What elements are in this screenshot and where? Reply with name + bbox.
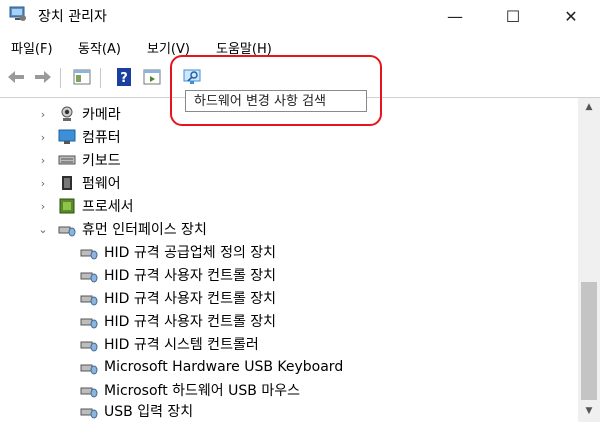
tree-child-label: HID 규격 사용자 컨트롤 장치 bbox=[104, 291, 277, 307]
toolbar-separator bbox=[60, 68, 61, 88]
title-bar: 장치 관리자 — ☐ ✕ bbox=[0, 0, 600, 32]
back-arrow-icon[interactable] bbox=[6, 67, 26, 87]
minimize-button[interactable]: — bbox=[432, 0, 478, 32]
scrollbar-thumb[interactable] bbox=[581, 282, 597, 400]
tree-child-device[interactable]: HID 규격 공급업체 정의 장치 bbox=[80, 241, 276, 263]
tree-child-device[interactable]: HID 규격 사용자 컨트롤 장치 bbox=[80, 310, 276, 332]
hid-device-icon bbox=[80, 295, 98, 306]
tree-child-device[interactable]: HID 규격 시스템 컨트롤러 bbox=[80, 333, 259, 355]
tree-node-label: 프로세서 bbox=[82, 199, 134, 215]
hid-device-icon bbox=[80, 272, 98, 283]
scroll-down-arrow-icon[interactable]: ▼ bbox=[578, 402, 600, 420]
scroll-up-arrow-icon[interactable]: ▲ bbox=[578, 98, 600, 116]
tree-child-device[interactable]: USB 입력 장치 bbox=[80, 400, 193, 422]
tree-node-firmware[interactable]: › 펌웨어 bbox=[36, 172, 121, 194]
tree-node-processor[interactable]: › 프로세서 bbox=[36, 195, 134, 217]
menu-action[interactable]: 동작(A) bbox=[78, 38, 121, 57]
tree-node-label: 펌웨어 bbox=[82, 176, 121, 192]
camera-icon bbox=[61, 106, 73, 121]
close-button[interactable]: ✕ bbox=[548, 0, 594, 32]
hid-device-icon bbox=[80, 364, 98, 375]
menu-file[interactable]: 파일(F) bbox=[11, 38, 53, 57]
chevron-down-icon[interactable]: ⌄ bbox=[36, 223, 50, 236]
hid-device-icon bbox=[80, 387, 98, 398]
tree-child-device[interactable]: Microsoft Hardware USB Keyboard bbox=[80, 356, 343, 378]
forward-arrow-icon[interactable] bbox=[33, 67, 53, 87]
device-manager-icon bbox=[9, 6, 26, 21]
window-title: 장치 관리자 bbox=[38, 9, 107, 25]
tree-child-device[interactable]: HID 규격 사용자 컨트롤 장치 bbox=[80, 264, 276, 286]
processor-icon bbox=[59, 198, 75, 214]
hid-device-icon bbox=[80, 341, 98, 352]
annotation-highlight bbox=[170, 55, 382, 126]
tree-child-label: Microsoft 하드웨어 USB 마우스 bbox=[104, 383, 300, 399]
hid-icon bbox=[58, 226, 76, 237]
tree-node-camera[interactable]: › 카메라 bbox=[36, 103, 121, 125]
hid-device-icon bbox=[80, 318, 98, 329]
hid-device-icon bbox=[80, 408, 98, 419]
tree-node-label: 키보드 bbox=[82, 153, 121, 169]
hid-device-icon bbox=[80, 249, 98, 260]
tree-node-keyboard[interactable]: › 키보드 bbox=[36, 149, 121, 171]
tree-child-label: HID 규격 시스템 컨트롤러 bbox=[104, 337, 259, 353]
maximize-button[interactable]: ☐ bbox=[490, 0, 536, 32]
keyboard-icon bbox=[58, 155, 76, 165]
tree-child-label: Microsoft Hardware USB Keyboard bbox=[104, 359, 344, 375]
tree-child-label: HID 규격 사용자 컨트롤 장치 bbox=[104, 314, 277, 330]
firmware-icon bbox=[62, 176, 72, 190]
chevron-right-icon[interactable]: › bbox=[36, 154, 50, 167]
tree-child-device[interactable]: HID 규격 사용자 컨트롤 장치 bbox=[80, 287, 276, 309]
tree-child-device[interactable]: Microsoft 하드웨어 USB 마우스 bbox=[80, 379, 300, 401]
tree-node-label: 휴먼 인터페이스 장치 bbox=[82, 222, 207, 238]
vertical-scrollbar[interactable]: ▲ ▼ bbox=[578, 98, 600, 422]
show-hide-console-tree-icon[interactable] bbox=[72, 67, 92, 87]
tree-node-label: 컴퓨터 bbox=[82, 130, 121, 146]
chevron-right-icon[interactable]: › bbox=[36, 177, 50, 190]
chevron-right-icon[interactable]: › bbox=[36, 200, 50, 213]
tree-node-label: 카메라 bbox=[82, 107, 121, 123]
action-pane-icon[interactable] bbox=[142, 67, 162, 87]
tree-node-hid[interactable]: ⌄ 휴먼 인터페이스 장치 bbox=[36, 218, 207, 240]
tree-child-label: HID 규격 공급업체 정의 장치 bbox=[104, 245, 277, 261]
tree-child-label: HID 규격 사용자 컨트롤 장치 bbox=[104, 268, 277, 284]
tree-node-computer[interactable]: › 컴퓨터 bbox=[36, 126, 121, 148]
computer-icon bbox=[58, 129, 76, 144]
toolbar-separator bbox=[100, 68, 101, 88]
chevron-right-icon[interactable]: › bbox=[36, 108, 50, 121]
chevron-right-icon[interactable]: › bbox=[36, 131, 50, 144]
tree-child-label: USB 입력 장치 bbox=[104, 404, 194, 420]
svg-text:?: ? bbox=[120, 71, 128, 86]
help-icon[interactable]: ? bbox=[114, 67, 134, 87]
